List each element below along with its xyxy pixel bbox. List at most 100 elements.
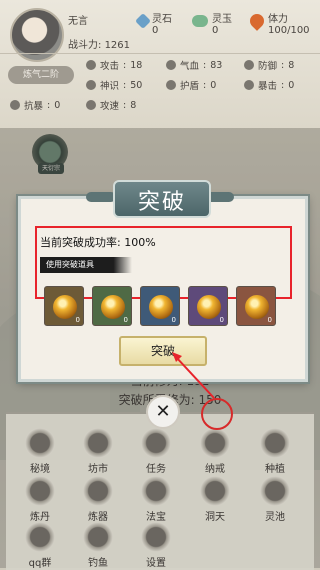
- func-label: 种植: [265, 464, 285, 475]
- stat-value: 83: [210, 59, 223, 71]
- func-secret-realm[interactable]: 秘境: [15, 428, 65, 475]
- func-treasure[interactable]: 法宝: [131, 476, 181, 523]
- item-count: 0: [219, 316, 224, 324]
- func-planting[interactable]: 种植: [250, 428, 300, 475]
- success-rate: 当前突破成功率: 100%: [40, 234, 156, 250]
- func-ring[interactable]: 纳戒: [190, 428, 240, 475]
- func-spirit-pool[interactable]: 灵池: [250, 476, 300, 523]
- header-divider: [0, 53, 320, 54]
- stat-label: 神识: [100, 81, 120, 92]
- stat-label: 攻击: [100, 61, 120, 72]
- highlight-circle: [201, 398, 233, 430]
- ring-icon: [200, 428, 230, 458]
- stat-label: 防御: [258, 61, 278, 72]
- stat-anti-crit: 抗暴: 0: [10, 98, 60, 112]
- func-qq-group[interactable]: qq群: [15, 522, 65, 569]
- sword-icon: [141, 476, 171, 506]
- stat-label: 气血: [180, 61, 200, 72]
- item-count: 0: [267, 316, 272, 324]
- player-name: 无言: [68, 16, 88, 27]
- stat-attack-speed: 攻速: 8: [86, 98, 136, 112]
- crit-icon: [244, 80, 254, 90]
- spirit-jade-label: 灵玉: [212, 14, 232, 25]
- stat-defense: 防御: 8: [244, 58, 294, 72]
- market-icon: [83, 428, 113, 458]
- func-label: 秘境: [30, 464, 50, 475]
- title-ornament-left: [86, 192, 116, 202]
- gear-icon: [141, 522, 171, 552]
- breakthrough-pill-icon: [101, 295, 125, 319]
- close-icon[interactable]: ✕: [146, 395, 180, 429]
- stat-label: 抗暴: [24, 101, 44, 112]
- dialog-title: 突破: [137, 190, 186, 215]
- stat-attack: 攻击: 18: [86, 58, 142, 72]
- item-slot[interactable]: 0: [236, 286, 276, 326]
- success-rate-label: 当前突破成功率:: [40, 236, 121, 249]
- spirit-stone-value: 0: [152, 25, 159, 36]
- group-icon: [25, 522, 55, 552]
- func-fishing[interactable]: 钓鱼: [73, 522, 123, 569]
- cauldron-icon: [25, 476, 55, 506]
- stat-value: 0: [210, 79, 217, 91]
- breakthrough-pill-icon: [149, 295, 173, 319]
- item-count: 0: [171, 316, 176, 324]
- stat-spirit: 神识: 50: [86, 78, 142, 92]
- anvil-icon: [83, 476, 113, 506]
- use-item-tag: 使用突破道具: [40, 257, 132, 273]
- breakthrough-confirm-button[interactable]: 突破: [119, 336, 207, 366]
- defense-icon: [244, 60, 254, 70]
- stat-value: 8: [288, 59, 295, 71]
- breakthrough-pill-icon: [53, 295, 77, 319]
- func-forging[interactable]: 炼器: [73, 476, 123, 523]
- stat-label: 护盾: [180, 81, 200, 92]
- stat-value: 8: [130, 99, 137, 111]
- stat-value: 18: [130, 59, 143, 71]
- func-label: 洞天: [205, 512, 225, 523]
- item-slot[interactable]: 0: [92, 286, 132, 326]
- func-label: 法宝: [146, 512, 166, 523]
- spirit-jade-value: 0: [212, 25, 219, 36]
- stat-label: 暴击: [258, 81, 278, 92]
- breakthrough-pill-icon: [245, 295, 269, 319]
- stamina-value: 100/100: [268, 25, 310, 36]
- stat-shield: 护盾: 0: [166, 78, 216, 92]
- stat-value: 0: [288, 79, 295, 91]
- item-count: 0: [75, 316, 80, 324]
- scroll-icon: [141, 428, 171, 458]
- func-label: 设置: [146, 558, 166, 569]
- item-count: 0: [123, 316, 128, 324]
- stamina-label: 体力: [268, 14, 288, 25]
- power-display: 战斗力: 1261: [68, 36, 130, 51]
- func-label: 坊市: [88, 464, 108, 475]
- func-label: qq群: [28, 558, 52, 569]
- breakthrough-pill-icon: [197, 295, 221, 319]
- stat-crit: 暴击: 0: [244, 78, 294, 92]
- spirit-sense-icon: [86, 80, 96, 90]
- spirit-jade-icon: [192, 15, 208, 27]
- func-label: 炼器: [88, 512, 108, 523]
- func-settings[interactable]: 设置: [131, 522, 181, 569]
- mountain-icon: [25, 428, 55, 458]
- func-task[interactable]: 任务: [131, 428, 181, 475]
- power-value: 1261: [104, 40, 131, 51]
- func-alchemy[interactable]: 炼丹: [15, 476, 65, 523]
- stat-label: 攻速: [100, 101, 120, 112]
- stat-hp: 气血: 83: [166, 58, 222, 72]
- spirit-stone-icon: [135, 13, 151, 29]
- item-slot[interactable]: 0: [188, 286, 228, 326]
- hp-icon: [166, 60, 176, 70]
- func-cave[interactable]: 洞天: [190, 476, 240, 523]
- shield-icon: [166, 80, 176, 90]
- item-slot[interactable]: 0: [140, 286, 180, 326]
- fishing-icon: [83, 522, 113, 552]
- item-slot[interactable]: 0: [44, 286, 84, 326]
- player-header: 无言 战斗力: 1261 灵石 0 灵玉 0 体力 100/100 炼气二阶 攻…: [0, 0, 320, 128]
- func-market[interactable]: 坊市: [73, 428, 123, 475]
- func-label: 纳戒: [205, 464, 225, 475]
- spirit-stone-label: 灵石: [152, 14, 172, 25]
- success-rate-value: 100%: [124, 236, 156, 249]
- func-label: 钓鱼: [88, 558, 108, 569]
- func-label: 灵池: [265, 512, 285, 523]
- attack-speed-icon: [86, 100, 96, 110]
- func-label: 任务: [146, 464, 166, 475]
